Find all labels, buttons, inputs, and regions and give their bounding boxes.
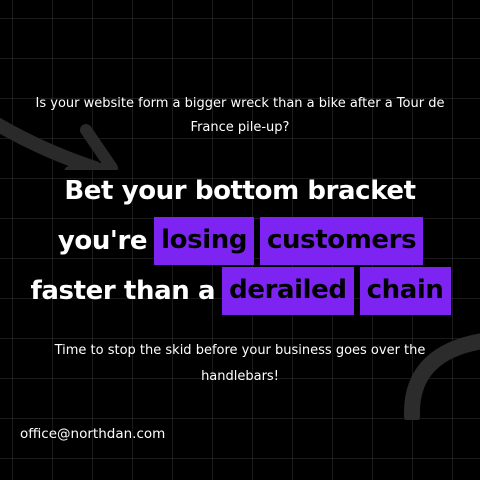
headline: Bet your bottom bracket you're losing cu… (0, 166, 480, 316)
contact-email-link[interactable]: office@northdan.com (20, 424, 165, 444)
intro-text: Is your website form a bigger wreck than… (35, 96, 445, 135)
headline-text: you're (57, 226, 148, 256)
outro-text: Time to stop the skid before your busine… (54, 343, 426, 384)
highlight-chip-derailed: derailed (222, 267, 354, 315)
highlight-chip-chain: chain (359, 267, 451, 315)
headline-line-1: Bet your bottom bracket (0, 166, 480, 216)
headline-line-2: you're losing customers (0, 216, 480, 266)
headline-line-3: faster than a derailed chain (0, 266, 480, 316)
headline-text: Bet your bottom bracket (64, 176, 416, 206)
highlight-chip-losing: losing (154, 217, 255, 265)
highlight-chip-customers: customers (260, 217, 424, 265)
headline-text: faster than a (30, 276, 216, 306)
